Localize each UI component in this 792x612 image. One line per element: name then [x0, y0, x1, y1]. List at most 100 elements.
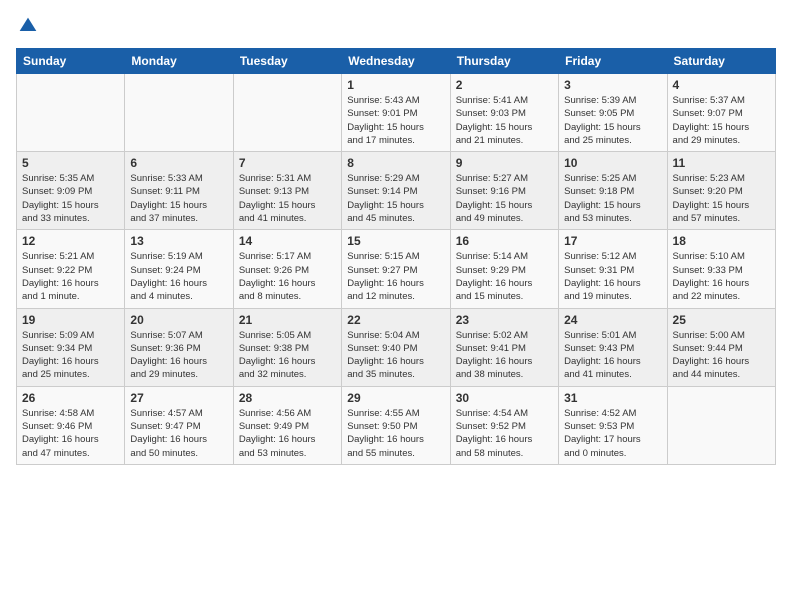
day-number: 29	[347, 391, 444, 405]
day-number: 31	[564, 391, 661, 405]
day-info: Sunrise: 4:52 AM Sunset: 9:53 PM Dayligh…	[564, 407, 661, 460]
weekday-header-monday: Monday	[125, 49, 233, 74]
day-info: Sunrise: 5:31 AM Sunset: 9:13 PM Dayligh…	[239, 172, 336, 225]
day-info: Sunrise: 4:58 AM Sunset: 9:46 PM Dayligh…	[22, 407, 119, 460]
day-info: Sunrise: 4:57 AM Sunset: 9:47 PM Dayligh…	[130, 407, 227, 460]
page-header	[16, 16, 776, 36]
day-info: Sunrise: 5:27 AM Sunset: 9:16 PM Dayligh…	[456, 172, 553, 225]
day-info: Sunrise: 5:04 AM Sunset: 9:40 PM Dayligh…	[347, 329, 444, 382]
day-info: Sunrise: 5:17 AM Sunset: 9:26 PM Dayligh…	[239, 250, 336, 303]
weekday-header-friday: Friday	[559, 49, 667, 74]
day-number: 28	[239, 391, 336, 405]
weekday-header-tuesday: Tuesday	[233, 49, 341, 74]
day-info: Sunrise: 5:25 AM Sunset: 9:18 PM Dayligh…	[564, 172, 661, 225]
logo-icon	[18, 16, 38, 36]
day-info: Sunrise: 5:01 AM Sunset: 9:43 PM Dayligh…	[564, 329, 661, 382]
day-number: 22	[347, 313, 444, 327]
day-number: 9	[456, 156, 553, 170]
calendar-cell: 16 Sunrise: 5:14 AM Sunset: 9:29 PM Dayli…	[450, 230, 558, 308]
day-number: 10	[564, 156, 661, 170]
calendar-week-row: 12 Sunrise: 5:21 AM Sunset: 9:22 PM Dayli…	[17, 230, 776, 308]
day-number: 14	[239, 234, 336, 248]
calendar-cell	[17, 74, 125, 152]
day-number: 26	[22, 391, 119, 405]
calendar-week-row: 5Sunrise: 5:35 AM Sunset: 9:09 PM Daylig…	[17, 152, 776, 230]
calendar-cell: 10 Sunrise: 5:25 AM Sunset: 9:18 PM Dayli…	[559, 152, 667, 230]
calendar-cell: 4Sunrise: 5:37 AM Sunset: 9:07 PM Daylig…	[667, 74, 775, 152]
day-number: 7	[239, 156, 336, 170]
calendar-cell: 28 Sunrise: 4:56 AM Sunset: 9:49 PM Dayli…	[233, 386, 341, 464]
weekday-header-sunday: Sunday	[17, 49, 125, 74]
day-number: 11	[673, 156, 770, 170]
weekday-header-thursday: Thursday	[450, 49, 558, 74]
calendar-cell: 22 Sunrise: 5:04 AM Sunset: 9:40 PM Dayli…	[342, 308, 450, 386]
calendar-cell: 18Sunrise: 5:10 AM Sunset: 9:33 PM Dayli…	[667, 230, 775, 308]
calendar-cell: 26 Sunrise: 4:58 AM Sunset: 9:46 PM Dayli…	[17, 386, 125, 464]
day-number: 13	[130, 234, 227, 248]
calendar-week-row: 1 Sunrise: 5:43 AM Sunset: 9:01 PM Daylig…	[17, 74, 776, 152]
day-info: Sunrise: 4:55 AM Sunset: 9:50 PM Dayligh…	[347, 407, 444, 460]
calendar-cell: 14 Sunrise: 5:17 AM Sunset: 9:26 PM Dayli…	[233, 230, 341, 308]
day-info: Sunrise: 5:15 AM Sunset: 9:27 PM Dayligh…	[347, 250, 444, 303]
day-number: 27	[130, 391, 227, 405]
day-number: 3	[564, 78, 661, 92]
calendar-cell: 29 Sunrise: 4:55 AM Sunset: 9:50 PM Dayli…	[342, 386, 450, 464]
day-info: Sunrise: 5:02 AM Sunset: 9:41 PM Dayligh…	[456, 329, 553, 382]
day-number: 2	[456, 78, 553, 92]
calendar-cell: 27 Sunrise: 4:57 AM Sunset: 9:47 PM Dayli…	[125, 386, 233, 464]
calendar-cell: 24 Sunrise: 5:01 AM Sunset: 9:43 PM Dayli…	[559, 308, 667, 386]
day-info: Sunrise: 5:19 AM Sunset: 9:24 PM Dayligh…	[130, 250, 227, 303]
calendar-cell: 23 Sunrise: 5:02 AM Sunset: 9:41 PM Dayli…	[450, 308, 558, 386]
calendar-cell: 8 Sunrise: 5:29 AM Sunset: 9:14 PM Daylig…	[342, 152, 450, 230]
day-info: Sunrise: 5:37 AM Sunset: 9:07 PM Dayligh…	[673, 94, 770, 147]
weekday-header-saturday: Saturday	[667, 49, 775, 74]
day-number: 12	[22, 234, 119, 248]
day-info: Sunrise: 5:00 AM Sunset: 9:44 PM Dayligh…	[673, 329, 770, 382]
day-number: 8	[347, 156, 444, 170]
calendar-cell: 12 Sunrise: 5:21 AM Sunset: 9:22 PM Dayli…	[17, 230, 125, 308]
day-number: 21	[239, 313, 336, 327]
calendar-cell: 11Sunrise: 5:23 AM Sunset: 9:20 PM Dayli…	[667, 152, 775, 230]
day-info: Sunrise: 5:41 AM Sunset: 9:03 PM Dayligh…	[456, 94, 553, 147]
day-number: 19	[22, 313, 119, 327]
calendar-cell: 20 Sunrise: 5:07 AM Sunset: 9:36 PM Dayli…	[125, 308, 233, 386]
weekday-header-row: SundayMondayTuesdayWednesdayThursdayFrid…	[17, 49, 776, 74]
calendar-cell: 9 Sunrise: 5:27 AM Sunset: 9:16 PM Daylig…	[450, 152, 558, 230]
day-number: 18	[673, 234, 770, 248]
day-info: Sunrise: 5:39 AM Sunset: 9:05 PM Dayligh…	[564, 94, 661, 147]
calendar-cell: 7 Sunrise: 5:31 AM Sunset: 9:13 PM Daylig…	[233, 152, 341, 230]
day-number: 16	[456, 234, 553, 248]
day-number: 23	[456, 313, 553, 327]
calendar-cell: 30 Sunrise: 4:54 AM Sunset: 9:52 PM Dayli…	[450, 386, 558, 464]
logo	[16, 16, 38, 36]
calendar-cell: 6 Sunrise: 5:33 AM Sunset: 9:11 PM Daylig…	[125, 152, 233, 230]
day-info: Sunrise: 4:54 AM Sunset: 9:52 PM Dayligh…	[456, 407, 553, 460]
calendar-cell: 19 Sunrise: 5:09 AM Sunset: 9:34 PM Dayli…	[17, 308, 125, 386]
calendar-cell: 31 Sunrise: 4:52 AM Sunset: 9:53 PM Dayli…	[559, 386, 667, 464]
calendar-cell	[667, 386, 775, 464]
day-info: Sunrise: 5:21 AM Sunset: 9:22 PM Dayligh…	[22, 250, 119, 303]
day-number: 25	[673, 313, 770, 327]
day-info: Sunrise: 5:33 AM Sunset: 9:11 PM Dayligh…	[130, 172, 227, 225]
calendar-cell: 17 Sunrise: 5:12 AM Sunset: 9:31 PM Dayli…	[559, 230, 667, 308]
day-number: 6	[130, 156, 227, 170]
day-number: 20	[130, 313, 227, 327]
day-number: 30	[456, 391, 553, 405]
day-info: Sunrise: 5:43 AM Sunset: 9:01 PM Dayligh…	[347, 94, 444, 147]
day-number: 17	[564, 234, 661, 248]
calendar-cell: 21 Sunrise: 5:05 AM Sunset: 9:38 PM Dayli…	[233, 308, 341, 386]
calendar-cell: 5Sunrise: 5:35 AM Sunset: 9:09 PM Daylig…	[17, 152, 125, 230]
day-info: Sunrise: 5:29 AM Sunset: 9:14 PM Dayligh…	[347, 172, 444, 225]
day-info: Sunrise: 5:35 AM Sunset: 9:09 PM Dayligh…	[22, 172, 119, 225]
day-info: Sunrise: 5:09 AM Sunset: 9:34 PM Dayligh…	[22, 329, 119, 382]
day-number: 24	[564, 313, 661, 327]
day-number: 1	[347, 78, 444, 92]
calendar-cell	[233, 74, 341, 152]
day-info: Sunrise: 5:12 AM Sunset: 9:31 PM Dayligh…	[564, 250, 661, 303]
calendar-cell: 2 Sunrise: 5:41 AM Sunset: 9:03 PM Daylig…	[450, 74, 558, 152]
day-info: Sunrise: 4:56 AM Sunset: 9:49 PM Dayligh…	[239, 407, 336, 460]
calendar-cell	[125, 74, 233, 152]
day-info: Sunrise: 5:05 AM Sunset: 9:38 PM Dayligh…	[239, 329, 336, 382]
day-info: Sunrise: 5:07 AM Sunset: 9:36 PM Dayligh…	[130, 329, 227, 382]
day-info: Sunrise: 5:14 AM Sunset: 9:29 PM Dayligh…	[456, 250, 553, 303]
